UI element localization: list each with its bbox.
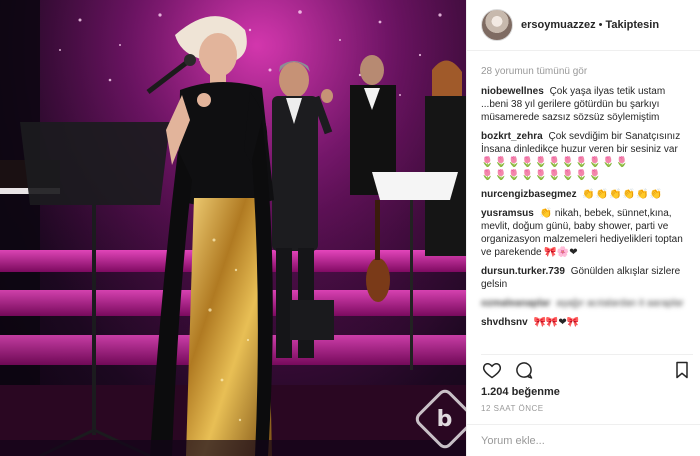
post-header: ersoymuazzez • Takiptesin (467, 0, 700, 51)
comment-item: dursun.turker.739 Gönülden alkışlar sizl… (481, 265, 693, 291)
post-photo[interactable]: b (0, 0, 466, 456)
comment-emoji: 🎀🎀❤🎀 (533, 317, 580, 328)
comment-item: niobewellnes Çok yaşa ilyas tetik ustam … (481, 85, 693, 124)
comment-item: shvdhsnv 🎀🎀❤🎀 (481, 316, 693, 329)
comment-item-blurred: ozmaleanaplar aşağır acıtalardan it aara… (481, 297, 693, 310)
comment-emoji: 🎀🌸❤ (544, 247, 578, 258)
bookmark-button[interactable] (671, 359, 693, 381)
avatar[interactable] (481, 9, 513, 41)
comments-list: 28 yorumun tümünü gör niobewellnes Çok y… (481, 66, 693, 335)
comment-item: nurcengizbasegmez 👏👏👏👏👏👏 (481, 188, 693, 201)
clap-emoji-row: 👏👏👏👏👏👏 (582, 189, 664, 200)
post-side-panel: ersoymuazzez • Takiptesin 28 yorumun tüm… (466, 0, 700, 456)
tulip-emoji-row: 🌷🌷🌷🌷🌷🌷🌷🌷🌷 (481, 170, 603, 181)
comment-username[interactable]: bozkrt_zehra (481, 131, 543, 142)
post-actions-bar (481, 354, 693, 380)
heart-icon (482, 362, 502, 378)
likes-count[interactable]: 1.204 beğenme (481, 386, 560, 398)
add-comment-bar (467, 424, 700, 456)
add-comment-input[interactable] (481, 434, 687, 447)
bookmark-icon (676, 361, 688, 378)
comment-username[interactable]: niobewellnes (481, 86, 544, 97)
comment-username[interactable]: yusramsus (481, 208, 534, 219)
post-username[interactable]: ersoymuazzez (521, 19, 596, 31)
separator-dot: • (598, 19, 603, 31)
comment-username[interactable]: dursun.turker.739 (481, 266, 565, 277)
post-timestamp: 12 SAAT ÖNCE (481, 404, 544, 413)
watermark-letter: b (437, 406, 453, 432)
comment-item: bozkrt_zehra Çok sevdiğim bir Sanatçısın… (481, 130, 693, 182)
comment-item: yusramsus 👏 nikah, bebek, sünnet,kına, m… (481, 207, 693, 259)
concert-scene-image (0, 0, 466, 456)
comment-icon (516, 361, 533, 379)
like-button[interactable] (481, 359, 503, 381)
comment-text: aşağır acıtalardan it aaraplar (556, 298, 684, 309)
comment-username[interactable]: nurcengizbasegmez (481, 189, 577, 200)
comment-button[interactable] (513, 359, 535, 381)
comment-username: ozmaleanaplar (481, 298, 551, 309)
follow-status-button[interactable]: Takiptesin (605, 19, 659, 31)
view-all-comments-link[interactable]: 28 yorumun tümünü gör (481, 66, 693, 77)
comment-emoji: 👏 (539, 208, 553, 219)
tulip-emoji-row: 🌷🌷🌷🌷🌷🌷🌷🌷🌷🌷🌷 (481, 157, 629, 168)
comment-username[interactable]: shvdhsnv (481, 317, 528, 328)
